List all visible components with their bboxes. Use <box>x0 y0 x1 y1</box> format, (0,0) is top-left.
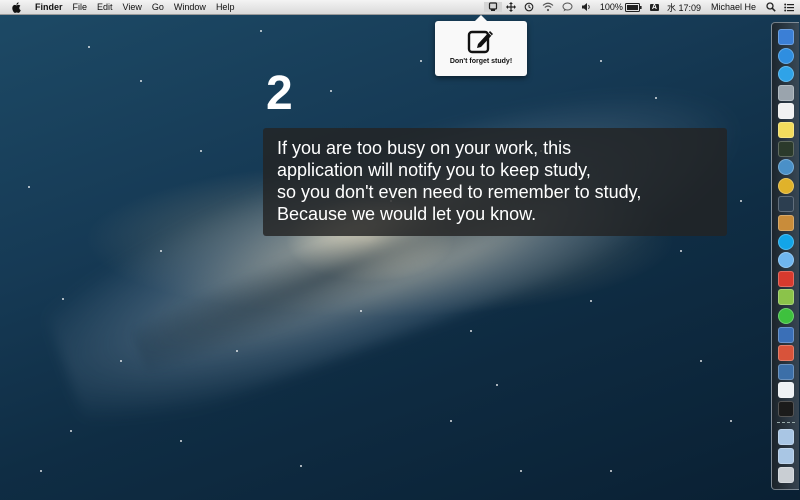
xcode-icon[interactable] <box>777 326 794 343</box>
trash-icon[interactable] <box>777 466 794 483</box>
user-name[interactable]: Michael He <box>705 2 760 12</box>
dock <box>771 22 799 490</box>
study-reminder-popover[interactable]: Don't forget study! <box>435 15 527 76</box>
popover-caption: Don't forget study! <box>449 58 513 65</box>
word-icon[interactable] <box>777 382 794 399</box>
folder-icon[interactable] <box>777 429 794 446</box>
line-icon[interactable] <box>777 307 794 324</box>
menu-bar: Finder File Edit View Go Window Help 100… <box>0 0 800 15</box>
study-app-icon <box>488 2 497 11</box>
wifi-icon <box>542 2 554 12</box>
skype-icon[interactable] <box>777 233 794 250</box>
dock-folders <box>777 429 794 485</box>
move-status-item[interactable] <box>502 2 520 12</box>
menu-view[interactable]: View <box>118 2 147 12</box>
menu-go[interactable]: Go <box>147 2 169 12</box>
info-line-3: so you don't even need to remember to st… <box>277 182 642 202</box>
messages-icon[interactable] <box>777 252 794 269</box>
list-icon <box>784 3 794 11</box>
desktop-wallpaper <box>0 0 800 500</box>
iphoto-icon[interactable] <box>777 214 794 231</box>
textedit-icon[interactable] <box>777 103 794 120</box>
apple-menu-icon[interactable] <box>10 1 22 13</box>
info-line-1: If you are too busy on your work, this <box>277 138 572 158</box>
step-number: 2 <box>266 67 293 120</box>
network-icon[interactable] <box>777 159 794 176</box>
study-app-status-item[interactable] <box>483 2 502 12</box>
terminal-icon[interactable] <box>777 400 794 417</box>
speech-bubble-icon <box>562 2 573 12</box>
info-line-4: Because we would let you know. <box>277 204 537 224</box>
input-source-status-item[interactable]: A <box>646 3 663 11</box>
menu-help[interactable]: Help <box>211 2 240 12</box>
time-machine-icon <box>524 2 534 12</box>
compose-pencil-icon <box>467 30 493 54</box>
clock[interactable]: 水 17:09 <box>663 1 705 14</box>
app-store-icon[interactable] <box>777 47 794 64</box>
wifi-status-item[interactable] <box>538 2 558 12</box>
itunes-icon[interactable] <box>777 66 794 83</box>
input-source-label: A <box>649 3 659 11</box>
virtualbox-icon[interactable] <box>777 363 794 380</box>
battery-percent: 100% <box>599 2 623 12</box>
search-icon <box>766 2 776 12</box>
finder-icon[interactable] <box>777 29 794 45</box>
qq-icon[interactable] <box>777 270 794 287</box>
messages-status-item[interactable] <box>558 2 577 12</box>
status-area: 100% A 水 17:09 Michael He <box>483 0 800 14</box>
info-line-2: application will notify you to keep stud… <box>277 160 591 180</box>
dock-separator <box>776 422 795 425</box>
speaker-icon <box>581 3 590 11</box>
downloads-folder-icon[interactable] <box>777 448 794 465</box>
maps-icon[interactable] <box>777 345 794 362</box>
facetime-icon[interactable] <box>777 196 794 213</box>
volume-status-item[interactable] <box>577 2 596 12</box>
menu-file[interactable]: File <box>68 2 93 12</box>
menu-finder[interactable]: Finder <box>30 2 68 12</box>
android-icon[interactable] <box>777 289 794 306</box>
move-arrows-icon <box>505 2 516 12</box>
battery-status-item[interactable]: 100% <box>596 2 646 12</box>
stickies-icon[interactable] <box>777 121 794 138</box>
menu-edit[interactable]: Edit <box>92 2 118 12</box>
dock-apps <box>777 29 794 419</box>
notification-center-status-item[interactable] <box>780 3 800 12</box>
info-box: If you are too busy on your work, this a… <box>263 128 727 236</box>
time-machine-status-item[interactable] <box>520 2 538 12</box>
activity-monitor-icon[interactable] <box>777 140 794 157</box>
menu-window[interactable]: Window <box>169 2 211 12</box>
chrome-icon[interactable] <box>777 177 794 194</box>
photo-icon[interactable] <box>777 84 794 101</box>
battery-icon <box>624 2 642 12</box>
spotlight-status-item[interactable] <box>760 2 780 12</box>
